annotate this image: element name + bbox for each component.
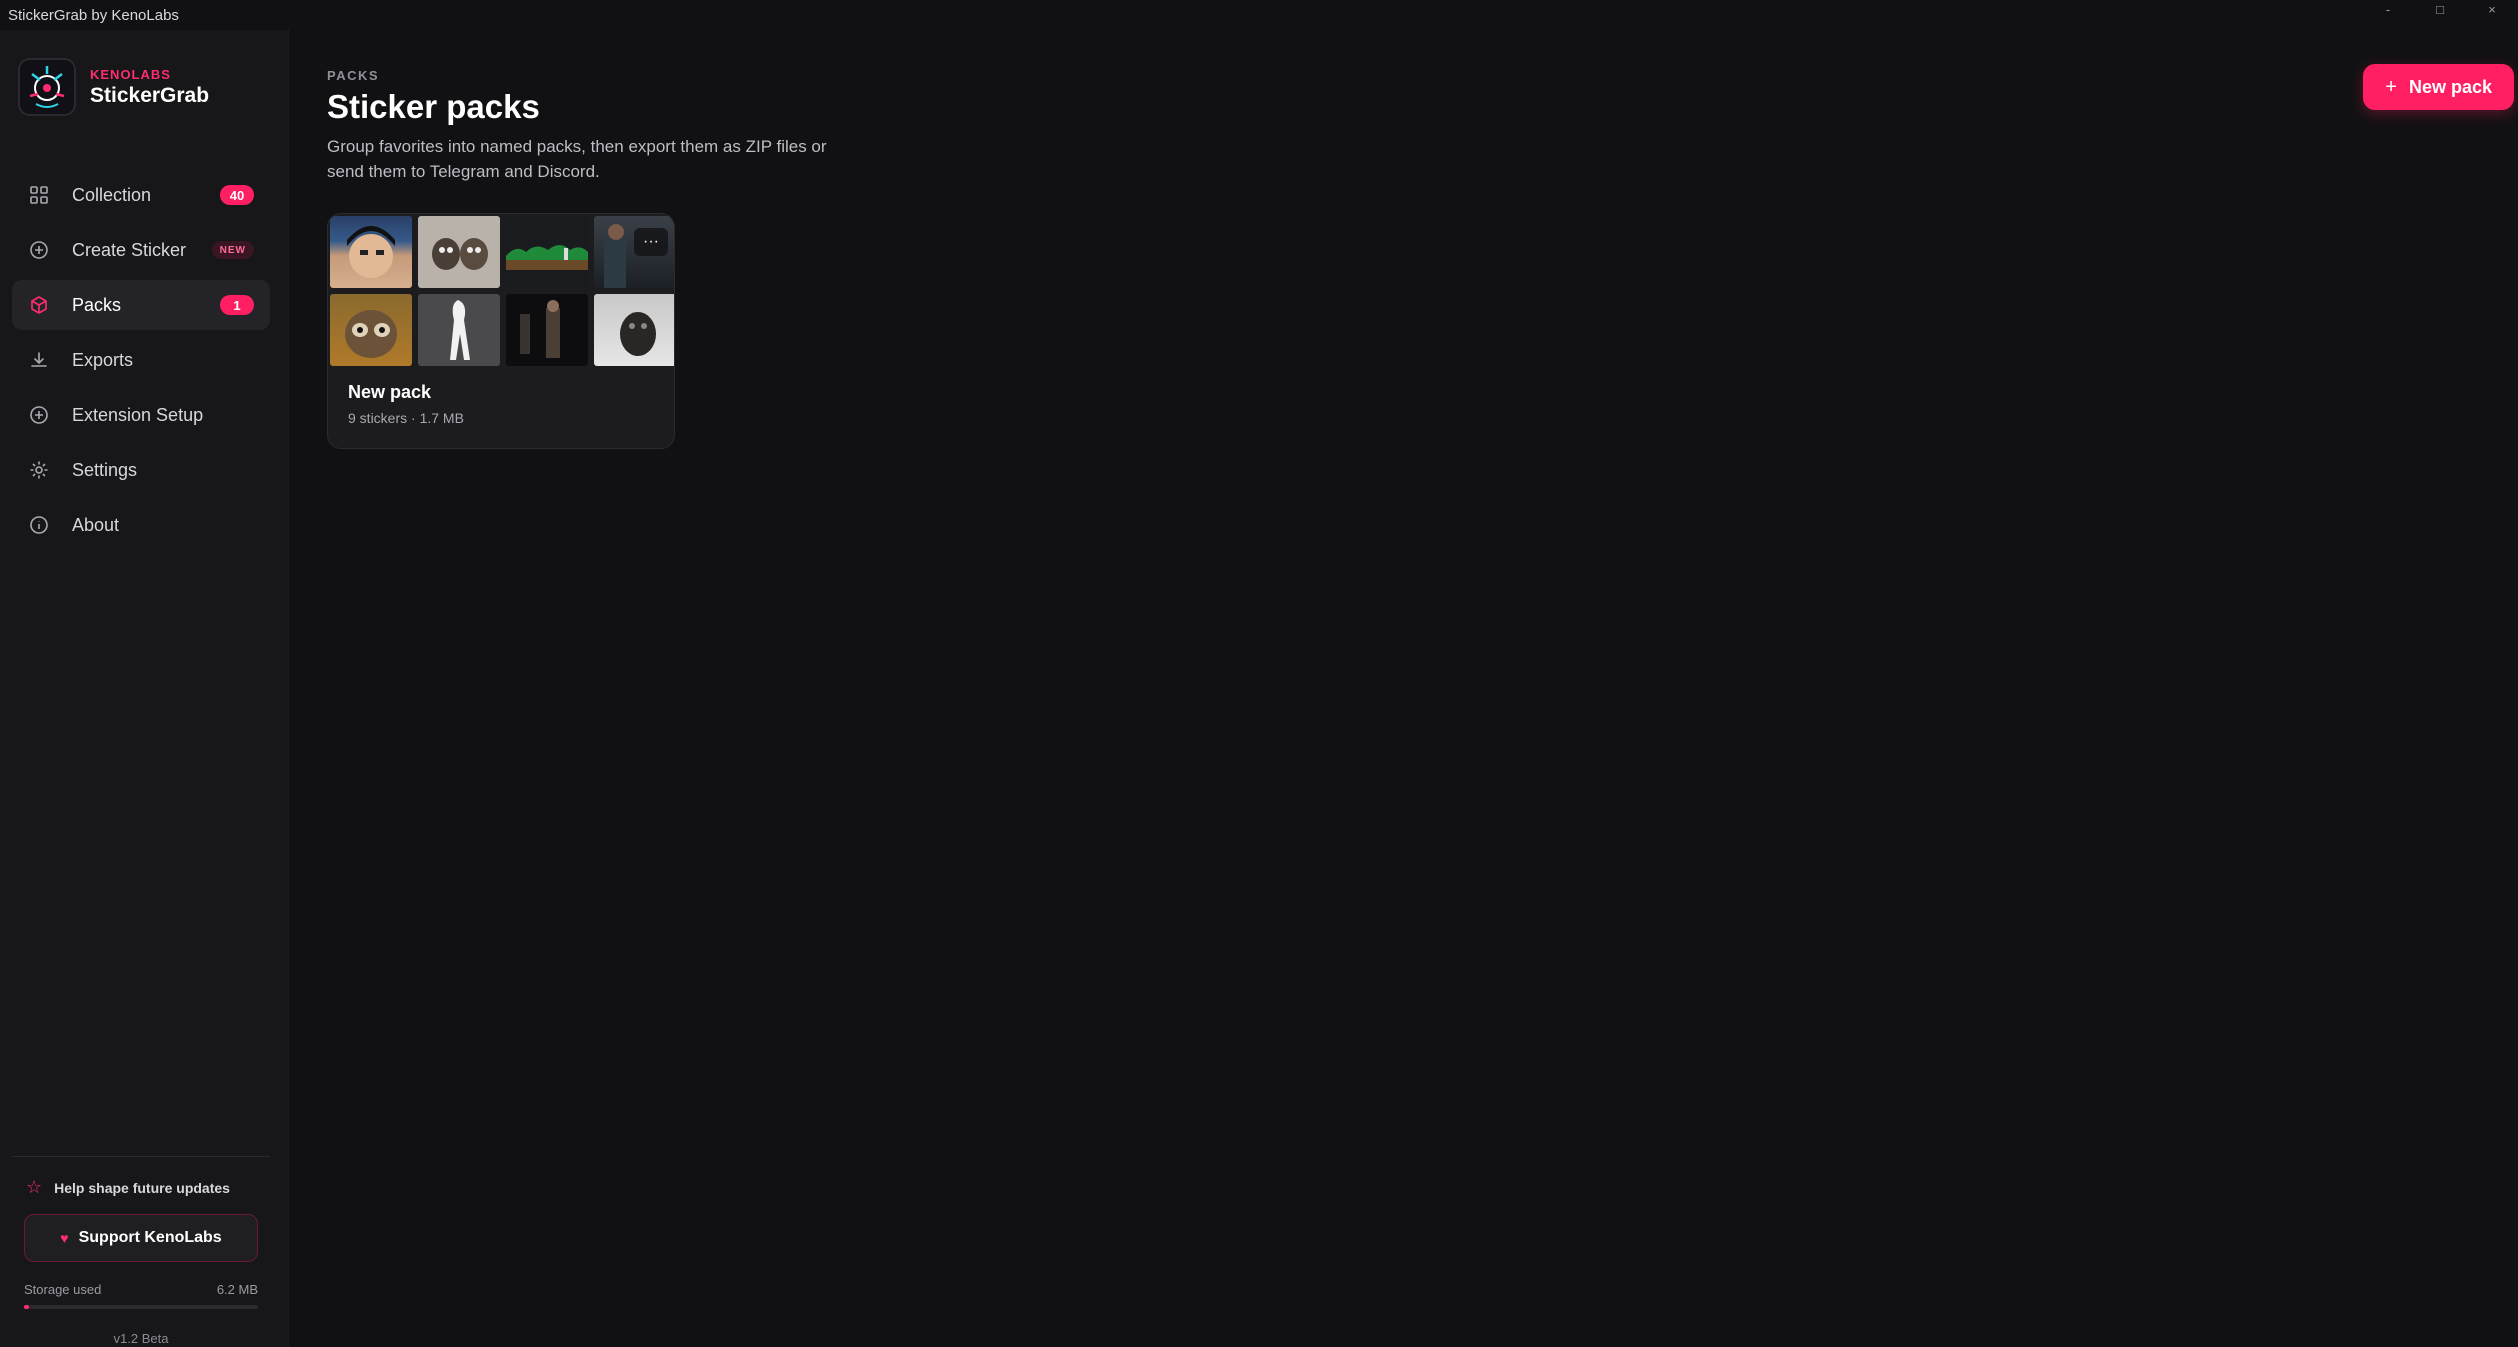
gear-icon (28, 459, 50, 481)
sidebar-item-about[interactable]: About (12, 500, 270, 550)
sidebar-item-create-sticker[interactable]: Create Sticker NEW (12, 225, 270, 275)
pack-name: New pack (348, 382, 432, 402)
storage-label: Storage used (24, 1282, 102, 1297)
help-text: Help shape future updates (54, 1179, 230, 1196)
sticker-thumbnail (506, 294, 588, 366)
sticker-thumbnail (330, 294, 412, 366)
sidebar-footer: ☆ Help shape future updates ♥ Support Ke… (12, 1156, 270, 1346)
window-title: StickerGrab by KenoLabs (8, 6, 179, 24)
sticker-thumbnail (506, 216, 588, 288)
storage-progress-fill (24, 1305, 29, 1309)
sidebar: KENOLABS StickerGrab Collection 40 Creat… (0, 30, 289, 1347)
star-icon: ☆ (26, 1177, 43, 1197)
sidebar-item-extension-setup[interactable]: Extension Setup (12, 390, 270, 440)
maximize-button[interactable]: □ (2414, 0, 2466, 22)
sticker-thumbnail (418, 216, 500, 288)
sticker-thumbnail (594, 294, 674, 366)
app-logo-icon (18, 58, 76, 116)
page-title: Sticker packs (327, 88, 540, 125)
pack-meta: 9 stickers · 1.7 MB (348, 410, 464, 426)
sidebar-item-exports[interactable]: Exports (12, 335, 270, 385)
support-label: Support KenoLabs (78, 1229, 222, 1246)
plus-circle-icon (28, 239, 50, 261)
storage-progress-bar (24, 1305, 258, 1309)
plus-icon: + (2385, 75, 2397, 98)
pack-card[interactable]: ··· New pack 9 stickers · 1.7 MB (327, 213, 675, 449)
support-button[interactable]: ♥ Support KenoLabs (24, 1214, 258, 1262)
main-content: PACKS Sticker packs Group favorites into… (289, 30, 2518, 1347)
sidebar-item-label: Collection (72, 184, 152, 205)
grid-icon (28, 184, 50, 206)
download-icon (28, 349, 50, 371)
page-description: Group favorites into named packs, then e… (327, 137, 827, 181)
plus-circle-icon (28, 404, 50, 426)
app-version: v1.2 Beta (113, 1331, 169, 1346)
sidebar-item-label: Extension Setup (72, 404, 204, 425)
brand: KENOLABS StickerGrab (18, 58, 209, 116)
heart-icon: ♥ (60, 1230, 69, 1246)
window-controls: - □ × (2362, 0, 2518, 22)
divider (12, 1156, 270, 1157)
sidebar-item-label: Settings (72, 459, 138, 480)
minimize-button[interactable]: - (2362, 0, 2414, 22)
info-icon (28, 514, 50, 536)
storage-value: 6.2 MB (216, 1282, 258, 1297)
new-pack-label: New pack (2408, 76, 2492, 97)
sticker-thumbnail (330, 216, 412, 288)
sidebar-item-label: Create Sticker (72, 239, 187, 260)
pack-thumbnail-grid: ··· (328, 214, 674, 368)
sidebar-item-collection[interactable]: Collection 40 (12, 170, 270, 220)
close-button[interactable]: × (2466, 0, 2518, 22)
title-bar: StickerGrab by KenoLabs - □ × (0, 0, 2518, 30)
sidebar-nav: Collection 40 Create Sticker NEW Packs 1… (12, 170, 270, 555)
sidebar-item-label: Exports (72, 349, 134, 370)
box-icon (28, 294, 50, 316)
sidebar-item-settings[interactable]: Settings (12, 445, 270, 495)
new-tag-badge: NEW (211, 241, 254, 259)
sidebar-item-label: About (72, 514, 120, 535)
more-options-button[interactable]: ··· (634, 228, 668, 256)
sticker-thumbnail: ··· (594, 216, 674, 288)
page-eyebrow: PACKS (327, 68, 380, 83)
sidebar-item-label: Packs (72, 294, 122, 315)
sticker-thumbnail (418, 294, 500, 366)
new-pack-button[interactable]: + New pack (2363, 64, 2514, 110)
storage-row: Storage used 6.2 MB (24, 1282, 258, 1297)
sidebar-item-packs[interactable]: Packs 1 (12, 280, 270, 330)
brand-company: KENOLABS (90, 66, 171, 82)
brand-name: StickerGrab (90, 83, 210, 107)
help-shape-updates-link[interactable]: ☆ Help shape future updates (12, 1177, 270, 1198)
packs-count-badge: 1 (220, 295, 254, 315)
collection-count-badge: 40 (220, 185, 254, 205)
